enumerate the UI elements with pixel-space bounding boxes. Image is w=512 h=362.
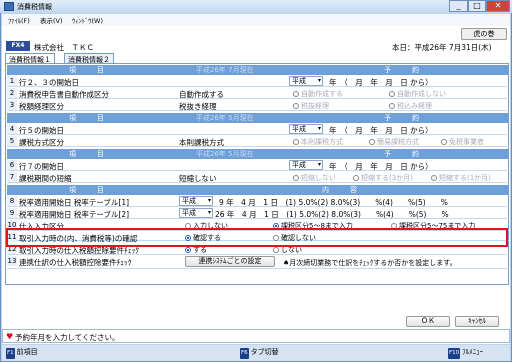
row-2: 2 消費税申告書自動作成区分 自動作成する 自動作成する 自動作成しない	[7, 88, 509, 99]
row-4: 4 行５の開始日 平成 年 （ 月 年 月 日 から）	[7, 124, 509, 135]
era-select[interactable]: 平成	[289, 76, 323, 86]
tax-rate-table[interactable]: 26 年 4 月 1 日 (1) 5.0%(2) 8.0%(3) %(4) %(…	[215, 209, 449, 220]
row-number: 5	[7, 136, 17, 146]
app-icon	[4, 2, 14, 11]
era-select[interactable]: 平成	[179, 196, 213, 206]
menu-window[interactable]: ｳｨﾝﾄﾞｳ(W)	[72, 15, 103, 25]
header-item: 項 目	[7, 185, 172, 195]
row-6: 6 行７の開始日 平成 年 （ 月 年 月 日 から）	[7, 160, 509, 171]
row-label: 課税期間の短縮	[19, 174, 72, 183]
radio-option[interactable]: 税抜経理	[293, 101, 329, 111]
menu-file[interactable]: ﾌｧｲﾙ(F)	[8, 15, 30, 25]
date-input[interactable]: 年 （ 月 年 月 日 から）	[329, 125, 433, 136]
row-label: 税額経理区分	[19, 102, 64, 111]
era-select[interactable]: 平成	[289, 124, 323, 134]
cancel-button[interactable]: ｷｬﾝｾﾙ	[455, 316, 499, 327]
radio-option[interactable]: 短縮する(3か月)	[353, 173, 413, 183]
f10-full-menu[interactable]: F10 ﾌﾙﾒﾆｭｰ	[448, 347, 483, 359]
era-select[interactable]: 平成	[179, 208, 213, 218]
title-bar	[0, 0, 512, 13]
row-9: 9 税率適用開始日 税率テーブル[2] 平成 26 年 4 月 1 日 (1) …	[7, 208, 509, 219]
header-reservation: 予 約	[288, 113, 508, 123]
header-content: 内 容	[172, 185, 508, 195]
message-bar: ♥ 予約年月を入力してください。	[2, 329, 510, 343]
row-note: ♠月次締切業務で仕訳をﾁｪｯｸするか否かを設定します。	[283, 259, 457, 267]
row-label: 課税方式区分	[19, 138, 64, 147]
radio-option[interactable]: 短縮しない	[293, 173, 336, 183]
company-name: 株式会社 ＴＫＣ	[34, 43, 94, 52]
current-value: 自動作成する	[179, 90, 224, 99]
product-badge: FX4	[6, 41, 30, 51]
row-number: 6	[7, 160, 17, 170]
f1-previous-item[interactable]: F1 前項目	[6, 347, 38, 359]
radio-option[interactable]: 簡易課税方式	[369, 137, 419, 147]
status-message: 予約年月を入力してください。	[15, 333, 120, 342]
row-number: 3	[7, 100, 17, 110]
heart-icon: ♥	[6, 332, 14, 341]
row-8: 8 税率適用開始日 税率テーブル[1] 平成 9 年 4 月 1 日 (1) 5…	[7, 196, 509, 207]
ok-button[interactable]: ＯＫ	[406, 316, 450, 327]
radio-option[interactable]: 自動作成する	[293, 89, 343, 99]
current-value: 本則課税方式	[179, 138, 224, 147]
row-label: 行５の開始日	[19, 126, 64, 135]
f6-tab-switch[interactable]: F6 タブ切替	[240, 347, 279, 359]
header-current: 平成26年 5月現在	[172, 149, 288, 159]
current-date: 本日：平成26年 7月31日(木)	[392, 43, 492, 52]
row-label: 税率適用開始日 税率テーブル[1]	[19, 198, 130, 207]
header-current: 平成26年 5月現在	[172, 113, 288, 123]
minimize-button[interactable]: _	[449, 0, 468, 12]
row-3: 3 税額経理区分 税抜き経理 税抜経理 税込み経理	[7, 100, 509, 111]
row-label: 行７の開始日	[19, 162, 64, 171]
header-item: 項 目	[7, 149, 172, 159]
maximize-button[interactable]: □	[468, 0, 486, 12]
row-1: 1 行２、３の開始日 平成 年 （ 月 年 月 日 から）	[7, 76, 509, 87]
radio-option[interactable]: 自動作成しない	[389, 89, 446, 99]
row-number: 4	[7, 124, 17, 134]
window-title: 消費税情報	[17, 3, 52, 11]
date-input[interactable]: 年 （ 月 年 月 日 から）	[329, 161, 433, 172]
close-button[interactable]: ✕	[486, 0, 510, 12]
row-number: 9	[7, 208, 17, 218]
radio-option[interactable]: 本則課税方式	[293, 137, 343, 147]
function-key-bar: F1 前項目 F6 タブ切替 F10 ﾌﾙﾒﾆｭｰ	[2, 345, 510, 361]
era-select[interactable]: 平成	[289, 160, 323, 170]
row-number: 7	[7, 172, 17, 182]
header-reservation: 予 約	[288, 65, 508, 75]
radio-option[interactable]: 短縮する(1か月)	[431, 173, 491, 183]
row-5: 5 課税方式区分 本則課税方式 本則課税方式 簡易課税方式 免税事業者	[7, 136, 509, 147]
date-input[interactable]: 年 （ 月 年 月 日 から）	[329, 77, 433, 88]
tax-rate-table[interactable]: 9 年 4 月 1 日 (1) 5.0%(2) 8.0%(3) %(4) %(5…	[219, 197, 448, 208]
row-number: 1	[7, 76, 17, 86]
row-number: 2	[7, 88, 17, 98]
header-item: 項 目	[7, 113, 172, 123]
row-label: 消費税申告書自動作成区分	[19, 90, 109, 99]
row-label: 連携仕訳の仕入税額控除要件ﾁｪｯｸ	[19, 258, 132, 267]
settings-panel: 項 目 平成26年 7月現在 予 約 1 行２、３の開始日 平成 年 （ 月 年…	[5, 63, 509, 285]
row-7: 7 課税期間の短縮 短縮しない 短縮しない 短縮する(3か月) 短縮する(1か月…	[7, 172, 509, 183]
row-13: 13 連携仕訳の仕入税額控除要件ﾁｪｯｸ 連携ｼｽﾃﾑごとの設定 ♠月次締切業務…	[7, 256, 509, 269]
radio-option[interactable]: 免税事業者	[441, 137, 484, 147]
highlight-box	[6, 228, 508, 247]
radio-option[interactable]: 税込み経理	[389, 101, 432, 111]
linked-system-settings-button[interactable]: 連携ｼｽﾃﾑごとの設定	[185, 256, 275, 267]
header-item: 項 目	[7, 65, 172, 75]
current-value: 短縮しない	[179, 174, 217, 183]
row-label: 行２、３の開始日	[19, 78, 79, 87]
row-number: 13	[7, 256, 17, 266]
row-label: 税率適用開始日 税率テーブル[2]	[19, 210, 130, 219]
current-value: 税抜き経理	[179, 102, 217, 111]
menu-view[interactable]: 表示(V)	[40, 15, 63, 25]
row-number: 8	[7, 196, 17, 206]
header-current: 平成26年 7月現在	[172, 65, 288, 75]
help-button[interactable]: 虎の巻	[461, 28, 507, 40]
header-reservation: 予 約	[288, 149, 508, 159]
